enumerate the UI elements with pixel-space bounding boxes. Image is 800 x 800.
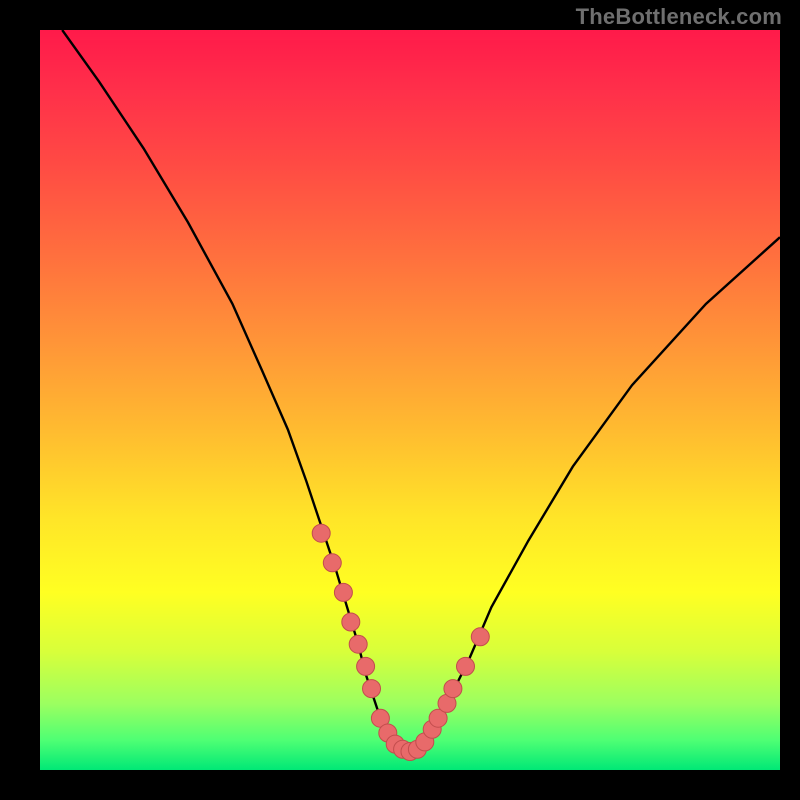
plot-area [40, 30, 780, 770]
marker-point [342, 613, 360, 631]
chart-frame: TheBottleneck.com [0, 0, 800, 800]
marker-point [323, 554, 341, 572]
marker-point [471, 628, 489, 646]
marker-point [334, 583, 352, 601]
marker-point [444, 680, 462, 698]
chart-svg [40, 30, 780, 770]
marker-point [363, 680, 381, 698]
marker-group [312, 524, 489, 760]
marker-point [349, 635, 367, 653]
marker-point [357, 657, 375, 675]
marker-point [457, 657, 475, 675]
bottleneck-curve [62, 30, 780, 752]
marker-point [312, 524, 330, 542]
watermark-text: TheBottleneck.com [576, 4, 782, 30]
